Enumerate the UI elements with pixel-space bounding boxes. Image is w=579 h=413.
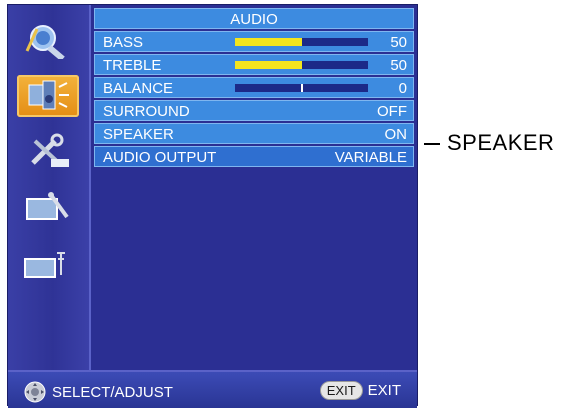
navigation-pad-icon <box>24 381 46 403</box>
treble-level-fill <box>235 61 302 69</box>
row-value: 50 <box>390 34 407 51</box>
menu-row-balance[interactable]: BALANCE 0 <box>94 77 414 98</box>
menu-footer: SELECT/ADJUST EXIT EXIT <box>8 370 417 408</box>
bass-level-fill <box>235 38 302 46</box>
menu-sidebar <box>8 5 91 370</box>
select-adjust-hint: SELECT/ADJUST <box>24 381 173 403</box>
bass-level-bar[interactable] <box>235 38 368 46</box>
speaker-callout-label: SPEAKER <box>447 130 555 155</box>
speaker-callout-line <box>424 143 440 145</box>
picture-settings-icon[interactable] <box>17 19 79 61</box>
row-label: TREBLE <box>103 57 162 74</box>
balance-level-bar[interactable] <box>235 84 368 92</box>
menu-row-treble[interactable]: TREBLE 50 <box>94 54 414 75</box>
menu-row-surround[interactable]: SURROUND OFF <box>94 100 414 121</box>
exit-label: EXIT <box>367 382 401 399</box>
row-label: BASS <box>103 34 144 51</box>
row-value: OFF <box>377 103 407 120</box>
menu-row-speaker[interactable]: SPEAKER ON <box>94 123 414 144</box>
row-value: 50 <box>390 57 407 74</box>
audio-menu-list: AUDIO BASS 50 TREBLE 50 BALANCE 0 SURROU… <box>94 8 414 167</box>
menu-title: AUDIO <box>94 8 414 29</box>
balance-center-marker <box>300 84 303 92</box>
row-value: 0 <box>398 80 407 97</box>
menu-row-audio-output[interactable]: AUDIO OUTPUT VARIABLE <box>94 146 414 167</box>
audio-settings-icon[interactable] <box>17 75 79 117</box>
row-label: BALANCE <box>103 80 174 97</box>
row-label: SPEAKER <box>103 126 174 143</box>
tools-settings-icon[interactable] <box>17 131 79 173</box>
antenna-channel-icon[interactable] <box>17 243 79 285</box>
audio-menu-panel: AUDIO BASS 50 TREBLE 50 BALANCE 0 SURROU… <box>7 4 418 408</box>
row-value: ON <box>384 126 408 143</box>
exit-button-icon[interactable]: EXIT <box>319 381 363 400</box>
row-label: SURROUND <box>103 103 190 120</box>
select-adjust-label: SELECT/ADJUST <box>52 383 173 401</box>
row-value: VARIABLE <box>334 149 407 166</box>
row-label: AUDIO OUTPUT <box>103 149 217 166</box>
menu-row-bass[interactable]: BASS 50 <box>94 31 414 52</box>
treble-level-bar[interactable] <box>235 61 368 69</box>
tv-setup-icon[interactable] <box>17 187 79 229</box>
exit-hint: EXIT EXIT <box>319 381 401 400</box>
